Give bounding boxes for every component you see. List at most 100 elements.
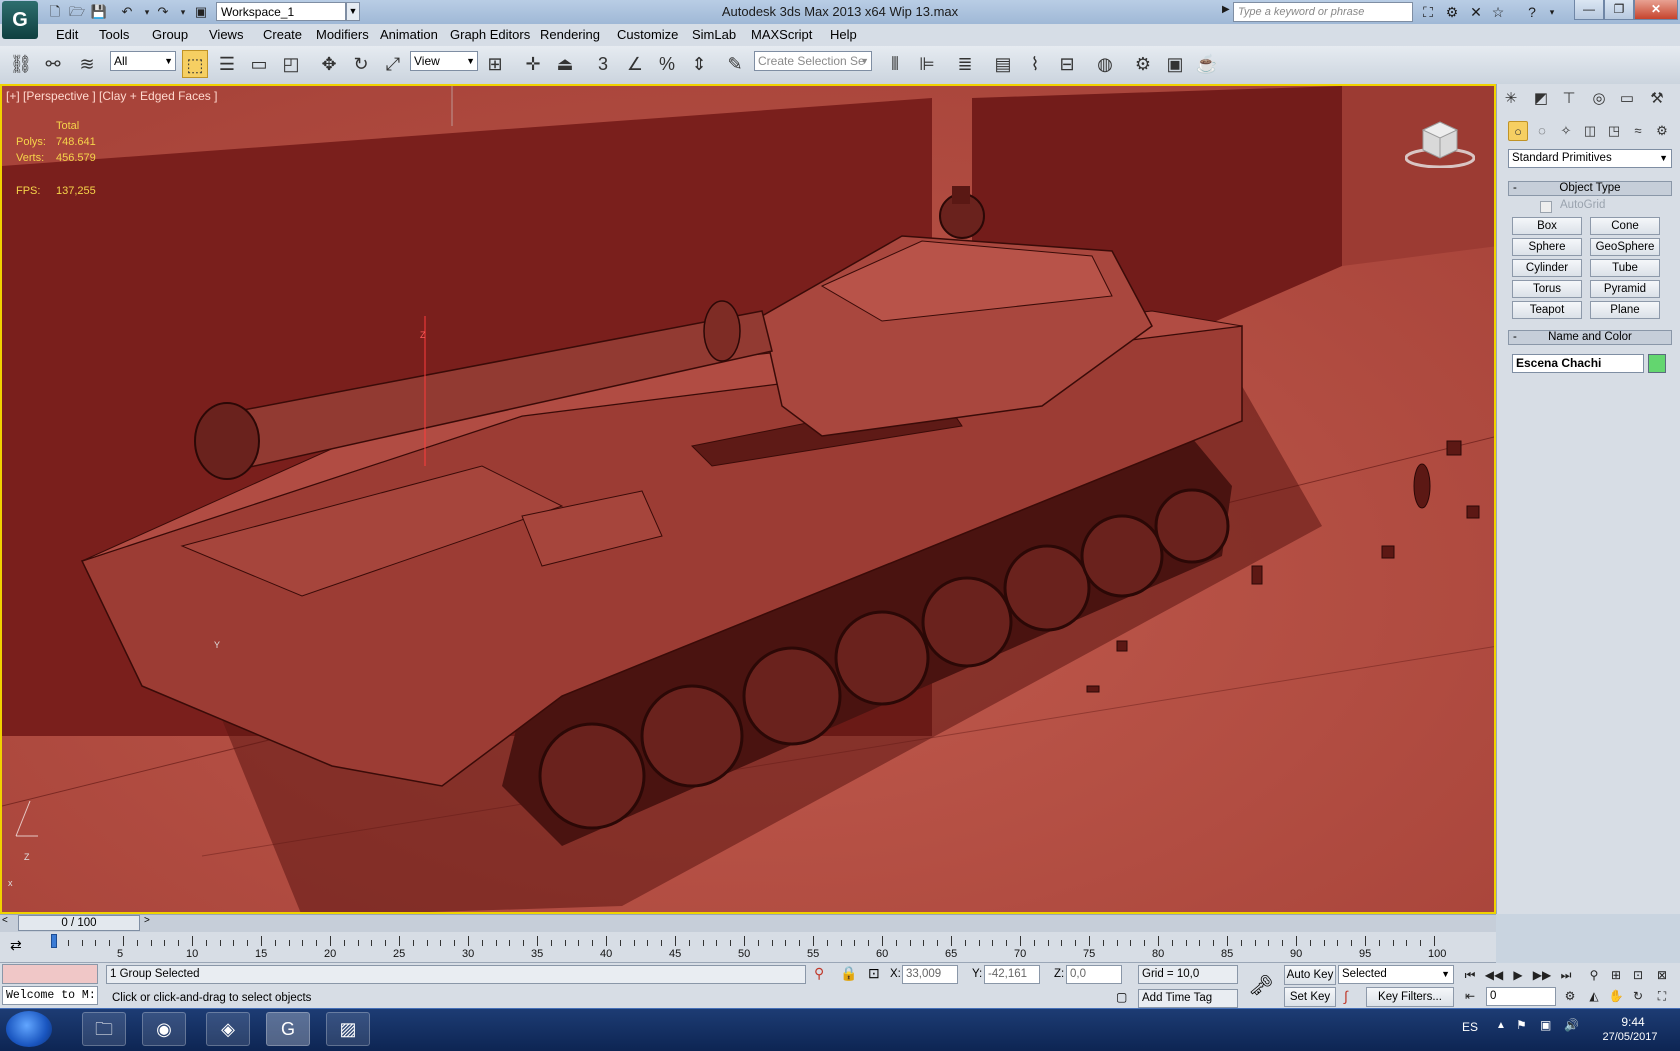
plane-button[interactable]: Plane	[1590, 301, 1660, 319]
time-slider-prev-icon[interactable]: <	[2, 915, 8, 926]
render-setup-icon[interactable]: ⚙	[1130, 50, 1156, 78]
cameras-icon[interactable]: ◫	[1580, 121, 1600, 141]
menu-help[interactable]: Help	[830, 27, 857, 42]
field-of-view-icon[interactable]: ◭	[1584, 986, 1604, 1006]
key-mode-toggle-icon[interactable]: ⇤	[1460, 986, 1480, 1006]
curve-editor-icon[interactable]: ⌇	[1022, 50, 1048, 78]
geosphere-button[interactable]: GeoSphere	[1590, 238, 1660, 256]
bind-space-warp-icon[interactable]: ≋	[74, 50, 100, 78]
name-and-color-rollout[interactable]: - Name and Color	[1508, 330, 1672, 345]
absolute-mode-icon[interactable]: ⊡	[868, 965, 880, 982]
maxscript-mini-listener-pink[interactable]	[2, 964, 98, 984]
time-configuration-icon[interactable]: ⚙	[1560, 986, 1580, 1006]
time-slider[interactable]	[0, 914, 1496, 933]
3ds-max-taskbar-icon[interactable]: G	[266, 1012, 310, 1046]
orbit-icon[interactable]: ↻	[1628, 986, 1648, 1006]
hierarchy-tab-icon[interactable]: ⊤	[1558, 88, 1580, 110]
menu-animation[interactable]: Animation	[380, 27, 438, 42]
viewcube-icon[interactable]	[1404, 118, 1476, 169]
align-icon[interactable]: ⊫	[914, 50, 940, 78]
menu-views[interactable]: Views	[209, 27, 243, 42]
menu-create[interactable]: Create	[263, 27, 302, 42]
zoom-extents-all-icon[interactable]: ⊠	[1652, 965, 1672, 985]
help-icon[interactable]: ?	[1522, 3, 1542, 21]
menu-tools[interactable]: Tools	[99, 27, 129, 42]
play-icon[interactable]: ▶	[1508, 965, 1528, 985]
help-dropdown-icon[interactable]: ▾	[1542, 3, 1562, 21]
graphite-tools-icon[interactable]: ▤	[990, 50, 1016, 78]
image-viewer-icon[interactable]: ▨	[326, 1012, 370, 1046]
menu-customize[interactable]: Customize	[617, 27, 678, 42]
3d-app-icon[interactable]: ◈	[206, 1012, 250, 1046]
add-time-tag-button[interactable]: Add Time Tag	[1138, 989, 1238, 1008]
time-slider-next-icon[interactable]: >	[144, 915, 150, 926]
menu-rendering[interactable]: Rendering	[540, 27, 600, 42]
teapot-button[interactable]: Teapot	[1512, 301, 1582, 319]
pan-view-icon[interactable]: ✋	[1606, 986, 1626, 1006]
action-center-flag-icon[interactable]: ⚑	[1516, 1018, 1527, 1032]
unlink-icon[interactable]: ⚯	[40, 50, 66, 78]
spinner-snap-icon[interactable]: ⇕	[686, 50, 712, 78]
rectangular-selection-icon[interactable]: ▭	[246, 50, 272, 78]
z-coordinate-input[interactable]: 0,0	[1066, 965, 1122, 984]
go-to-end-icon[interactable]: ⏭	[1556, 965, 1576, 985]
modify-tab-icon[interactable]: ◩	[1530, 88, 1552, 110]
named-selection-dropdown[interactable]: Create Selection Se ▼	[754, 51, 872, 71]
current-frame-input[interactable]: 0	[1486, 987, 1556, 1006]
open-file-icon[interactable]: 🗁	[68, 3, 86, 21]
next-frame-icon[interactable]: ▶▶	[1532, 965, 1552, 985]
autogrid-checkbox[interactable]	[1540, 201, 1552, 213]
key-mode-dropdown[interactable]: Selected ▼	[1338, 965, 1454, 984]
material-editor-icon[interactable]: ◍	[1092, 50, 1118, 78]
select-and-move-icon[interactable]: ✥	[316, 50, 342, 78]
minimize-button[interactable]: —	[1574, 0, 1604, 20]
viewport-label-menu[interactable]: [+] [Perspective ] [Clay + Edged Faces ]	[6, 89, 217, 103]
search-expand-icon[interactable]: ▶	[1222, 4, 1230, 15]
default-in-out-tangent-icon[interactable]: ∫	[1344, 988, 1348, 1004]
zoom-all-icon[interactable]: ⊞	[1606, 965, 1626, 985]
zoom-icon[interactable]: ⚲	[1584, 965, 1604, 985]
workspace-dropdown[interactable]: Workspace_1	[216, 2, 346, 21]
torus-button[interactable]: Torus	[1512, 280, 1582, 298]
box-button[interactable]: Box	[1512, 217, 1582, 235]
volume-icon[interactable]: 🔊	[1564, 1018, 1579, 1032]
motion-tab-icon[interactable]: ◎	[1588, 88, 1610, 110]
sphere-button[interactable]: Sphere	[1512, 238, 1582, 256]
new-file-icon[interactable]: 🗋	[46, 3, 64, 21]
utilities-tab-icon[interactable]: ⚒	[1646, 88, 1668, 110]
menu-group[interactable]: Group	[152, 27, 188, 42]
object-type-rollout[interactable]: - Object Type	[1508, 181, 1672, 196]
reference-coordinate-dropdown[interactable]: View ▼	[410, 51, 478, 71]
rendered-frame-window-icon[interactable]: ▣	[1162, 50, 1188, 78]
set-key-button[interactable]: Set Key	[1284, 987, 1336, 1007]
set-keys-key-icon[interactable]: 🗝	[1248, 966, 1274, 1006]
schematic-view-icon[interactable]: ⊟	[1054, 50, 1080, 78]
restore-button[interactable]: ❐	[1604, 0, 1634, 20]
lights-icon[interactable]: ✧	[1556, 121, 1576, 141]
subscription-icon[interactable]: ⚙	[1442, 3, 1462, 21]
favorites-star-icon[interactable]: ☆	[1488, 3, 1508, 21]
render-production-icon[interactable]: ☕	[1194, 50, 1220, 78]
perspective-viewport[interactable]	[0, 84, 1496, 914]
select-by-name-icon[interactable]: ☰	[214, 50, 240, 78]
link-icon[interactable]: ⛓	[8, 50, 34, 78]
systems-icon[interactable]: ⚙	[1652, 121, 1672, 141]
edit-named-selection-icon[interactable]: ✎	[722, 50, 748, 78]
communication-icon[interactable]: ✕	[1466, 3, 1486, 21]
cylinder-button[interactable]: Cylinder	[1512, 259, 1582, 277]
file-explorer-icon[interactable]: 🗀	[82, 1012, 126, 1046]
zoom-extents-icon[interactable]: ⊡	[1628, 965, 1648, 985]
menu-modifiers[interactable]: Modifiers	[316, 27, 369, 42]
display-tab-icon[interactable]: ▭	[1616, 88, 1638, 110]
object-name-input[interactable]: Escena Chachi	[1512, 354, 1644, 373]
y-coordinate-input[interactable]: -42,161	[984, 965, 1040, 984]
primitive-type-dropdown[interactable]: Standard Primitives ▼	[1508, 149, 1672, 168]
redo-icon[interactable]: ↷	[154, 3, 172, 21]
helpers-icon[interactable]: ◳	[1604, 121, 1624, 141]
language-indicator[interactable]: ES	[1462, 1020, 1478, 1034]
menu-maxscript[interactable]: MAXScript	[751, 27, 812, 42]
geometry-icon[interactable]: ○	[1508, 121, 1528, 141]
pivot-center-icon[interactable]: ⊞	[482, 50, 508, 78]
previous-frame-icon[interactable]: ◀◀	[1484, 965, 1504, 985]
isolate-selection-icon[interactable]: ⚲	[814, 965, 824, 982]
